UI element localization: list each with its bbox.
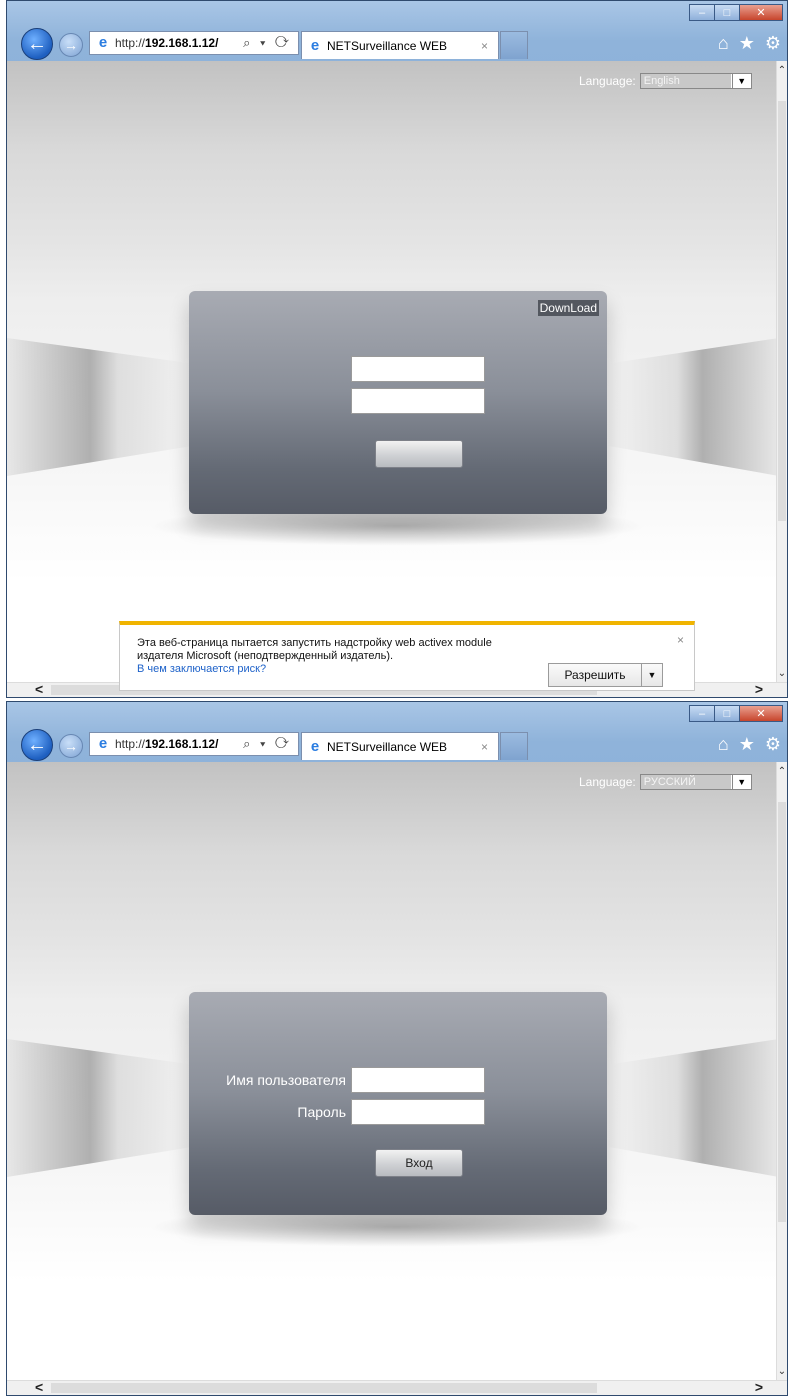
download-link[interactable]: DownLoad [537, 300, 599, 316]
window-controls: – □ ✕ [689, 4, 783, 21]
tab-title: NETSurveillance WEB [327, 38, 448, 53]
scroll-up-icon[interactable]: ⌃ [777, 766, 787, 777]
favorites-star-icon[interactable]: ★ [739, 33, 755, 54]
minimize-icon[interactable]: – [689, 4, 715, 21]
scroll-right-icon[interactable]: > [755, 681, 763, 697]
login-panel: Имя пользователя Пароль Вход [189, 992, 607, 1215]
hallway-right-decor [609, 338, 779, 476]
toolbar-icons: ⌂ ★ ⚙ [718, 734, 781, 755]
url-host: 192.168.1.12/ [145, 737, 219, 751]
favorites-star-icon[interactable]: ★ [739, 734, 755, 755]
tab-netsurveillance[interactable]: e NETSurveillance WEB × [301, 31, 499, 59]
title-bar: – □ ✕ ← → e http://192.168.1.12/ ⌕ ▾ ⟳ e… [7, 702, 787, 762]
url-prefix: http:// [115, 737, 146, 751]
title-bar: – □ ✕ ← → e http://192.168.1.12/ ⌕ ▾ ⟳ e… [7, 1, 787, 61]
page-content: Language: English ▼ DownLoad [7, 61, 779, 685]
settings-gear-icon[interactable]: ⚙ [765, 734, 781, 755]
hscroll-thumb[interactable] [51, 1383, 597, 1393]
tab-netsurveillance[interactable]: e NETSurveillance WEB × [301, 732, 499, 760]
scroll-down-icon[interactable]: ⌄ [777, 1366, 787, 1377]
close-icon[interactable]: ✕ [739, 4, 783, 21]
username-field[interactable] [351, 1067, 485, 1093]
maximize-icon[interactable]: □ [714, 4, 740, 21]
language-value: РУССКИЙ [640, 775, 731, 789]
login-button[interactable]: Вход [375, 1149, 463, 1177]
password-field[interactable] [351, 388, 485, 414]
forward-arrow-icon[interactable]: → [59, 734, 83, 758]
new-tab-button[interactable] [500, 732, 528, 760]
chevron-down-icon[interactable]: ▼ [731, 775, 751, 789]
username-label: Имя пользователя [226, 1072, 346, 1088]
language-label: Language: [579, 775, 636, 789]
login-panel: DownLoad [189, 291, 607, 514]
password-label: Пароль [297, 1104, 346, 1120]
toolbar-icons: ⌂ ★ ⚙ [718, 33, 781, 54]
language-selector: Language: РУССКИЙ ▼ [579, 774, 752, 790]
new-tab-button[interactable] [500, 31, 528, 59]
scroll-down-icon[interactable]: ⌄ [777, 668, 787, 679]
notification-line-2: издателя Microsoft (неподтвержденный изд… [137, 650, 394, 662]
vertical-scrollbar[interactable]: ⌃ ⌄ [776, 61, 787, 685]
minimize-icon[interactable]: – [689, 705, 715, 722]
allow-dropdown-icon[interactable]: ▼ [641, 663, 663, 687]
home-icon[interactable]: ⌂ [718, 734, 729, 755]
language-selector: Language: English ▼ [579, 73, 752, 89]
allow-button[interactable]: Разрешить [548, 663, 642, 687]
password-field[interactable] [351, 1099, 485, 1125]
ie-logo-icon: e [98, 34, 108, 51]
tab-title: NETSurveillance WEB [327, 739, 448, 754]
language-dropdown[interactable]: РУССКИЙ ▼ [639, 774, 752, 790]
hallway-left-decor [7, 1039, 192, 1177]
notification-line-1: Эта веб-страница пытается запустить надс… [137, 637, 492, 649]
notification-close-icon[interactable]: × [677, 633, 684, 647]
horizontal-scrollbar[interactable]: < > [7, 1379, 787, 1395]
maximize-icon[interactable]: □ [714, 705, 740, 722]
risk-info-link[interactable]: В чем заключается риск? [137, 663, 492, 676]
scroll-thumb[interactable] [778, 101, 786, 521]
browser-window-bottom: – □ ✕ ← → e http://192.168.1.12/ ⌕ ▾ ⟳ e… [6, 701, 788, 1396]
url-prefix: http:// [115, 36, 146, 50]
hallway-right-decor [609, 1039, 779, 1177]
address-bar[interactable]: e http://192.168.1.12/ ⌕ ▾ ⟳ [89, 31, 299, 55]
search-refresh-icons[interactable]: ⌕ ▾ ⟳ [243, 736, 292, 752]
ie-logo-icon: e [310, 36, 320, 54]
activex-notification-bar: Эта веб-страница пытается запустить надс… [119, 621, 695, 691]
scroll-right-icon[interactable]: > [755, 1379, 763, 1395]
browser-window-top: – □ ✕ ← → e http://192.168.1.12/ ⌕ ▾ ⟳ e… [6, 0, 788, 698]
tab-close-icon[interactable]: × [481, 39, 488, 53]
address-bar[interactable]: e http://192.168.1.12/ ⌕ ▾ ⟳ [89, 732, 299, 756]
vertical-scrollbar[interactable]: ⌃ ⌄ [776, 762, 787, 1383]
scroll-left-icon[interactable]: < [35, 681, 43, 697]
window-controls: – □ ✕ [689, 705, 783, 722]
search-refresh-icons[interactable]: ⌕ ▾ ⟳ [243, 35, 292, 51]
language-label: Language: [579, 74, 636, 88]
login-button[interactable] [375, 440, 463, 468]
scroll-up-icon[interactable]: ⌃ [777, 65, 787, 76]
ie-logo-icon: e [310, 737, 320, 755]
close-icon[interactable]: ✕ [739, 705, 783, 722]
language-value: English [640, 74, 731, 88]
username-field[interactable] [351, 356, 485, 382]
hallway-left-decor [7, 338, 192, 476]
home-icon[interactable]: ⌂ [718, 33, 729, 54]
back-arrow-icon[interactable]: ← [21, 28, 53, 60]
forward-arrow-icon[interactable]: → [59, 33, 83, 57]
ie-logo-icon: e [98, 735, 108, 752]
scroll-left-icon[interactable]: < [35, 1379, 43, 1395]
notification-message: Эта веб-страница пытается запустить надс… [137, 637, 492, 676]
url-host: 192.168.1.12/ [145, 36, 219, 50]
language-dropdown[interactable]: English ▼ [639, 73, 752, 89]
settings-gear-icon[interactable]: ⚙ [765, 33, 781, 54]
page-content: Language: РУССКИЙ ▼ Имя пользователя Пар… [7, 762, 779, 1383]
back-arrow-icon[interactable]: ← [21, 729, 53, 761]
tab-close-icon[interactable]: × [481, 740, 488, 754]
chevron-down-icon[interactable]: ▼ [731, 74, 751, 88]
scroll-thumb[interactable] [778, 802, 786, 1222]
